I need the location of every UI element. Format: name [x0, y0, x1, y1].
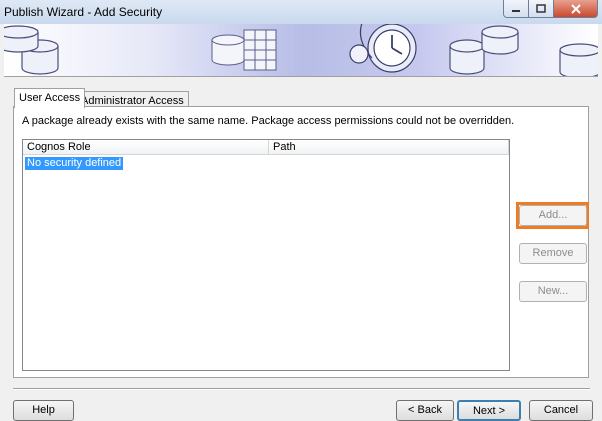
minimize-button[interactable] — [503, 0, 529, 18]
banner-graphic-icon — [4, 24, 598, 76]
column-header-path[interactable]: Path — [269, 140, 509, 155]
wizard-banner — [4, 24, 598, 77]
tab-user-access[interactable]: User Access — [14, 88, 86, 108]
close-button[interactable] — [554, 0, 598, 18]
close-icon — [570, 3, 581, 14]
help-button[interactable]: Help — [13, 400, 74, 421]
cancel-button[interactable]: Cancel — [529, 400, 593, 421]
window-controls — [503, 0, 598, 20]
remove-button[interactable]: Remove — [519, 243, 587, 264]
next-button[interactable]: Next > — [457, 400, 521, 421]
maximize-icon — [536, 4, 546, 13]
maximize-button[interactable] — [529, 0, 554, 18]
footer-separator — [13, 388, 590, 390]
security-list[interactable]: Cognos Role Path No security defined — [22, 139, 510, 371]
info-message: A package already exists with the same n… — [22, 115, 515, 127]
window-title: Publish Wizard - Add Security — [4, 5, 163, 19]
column-header-cognos-role[interactable]: Cognos Role — [23, 140, 269, 155]
list-item[interactable]: No security defined — [25, 157, 124, 170]
title-bar: Publish Wizard - Add Security — [0, 0, 602, 24]
minimize-icon — [512, 9, 520, 12]
add-button[interactable]: Add... — [519, 205, 587, 226]
new-button[interactable]: New... — [519, 281, 587, 302]
back-button[interactable]: < Back — [396, 400, 454, 421]
